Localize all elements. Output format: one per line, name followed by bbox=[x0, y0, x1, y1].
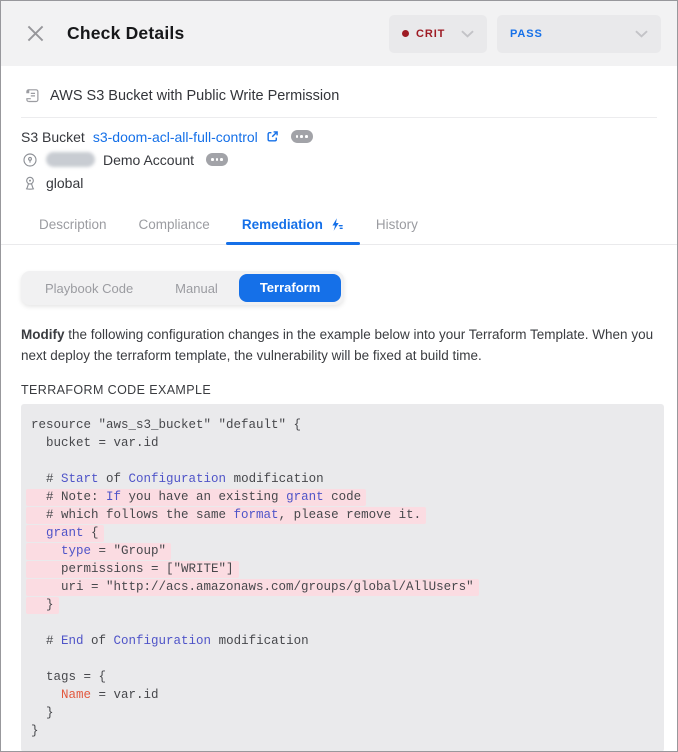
status-dropdown[interactable]: PASS bbox=[497, 14, 661, 53]
account-row: Demo Account bbox=[21, 148, 657, 171]
highlighted-code: uri = "http://acs.amazonaws.com/groups/g… bbox=[26, 579, 479, 596]
more-icon[interactable] bbox=[290, 130, 313, 143]
region-name: global bbox=[46, 174, 84, 191]
remediation-instruction: Modify the following configuration chang… bbox=[21, 324, 657, 366]
bucket-row: S3 Bucket s3-doom-acl-all-full-control bbox=[21, 125, 657, 148]
tab-label: Description bbox=[39, 217, 107, 232]
terraform-code[interactable]: resource "aws_s3_bucket" "default" { buc… bbox=[21, 404, 664, 751]
account-name: Demo Account bbox=[103, 151, 195, 168]
page-title: Check Details bbox=[67, 23, 185, 43]
code-line: grant { bbox=[26, 524, 656, 542]
code-line: type = "Group" bbox=[26, 542, 656, 560]
rule-scroll-icon bbox=[23, 87, 40, 104]
code-line: bucket = var.id bbox=[31, 436, 159, 450]
highlighted-code: # Note: If you have an existing grant co… bbox=[26, 489, 367, 506]
subtab-terraform[interactable]: Terraform bbox=[238, 274, 342, 302]
more-icon[interactable] bbox=[206, 153, 229, 166]
region-row: global bbox=[21, 171, 657, 194]
account-location-icon bbox=[21, 151, 38, 168]
code-line: } bbox=[26, 596, 656, 614]
severity-dot-icon bbox=[402, 30, 409, 37]
code-line: # End of Configuration modification bbox=[31, 634, 309, 648]
header-actions: CRIT PASS bbox=[389, 14, 661, 53]
severity-value: CRIT bbox=[416, 27, 446, 40]
status-value: PASS bbox=[510, 27, 543, 40]
check-title-row: AWS S3 Bucket with Public Write Permissi… bbox=[23, 87, 657, 104]
check-details-panel: Check Details CRIT PASS AWS S3 Bucket wi… bbox=[0, 0, 678, 752]
highlighted-code: # which follows the same format, please … bbox=[26, 507, 427, 524]
redacted-account-id bbox=[46, 152, 95, 167]
tab-label: Remediation bbox=[241, 217, 323, 232]
bucket-link[interactable]: s3-doom-acl-all-full-control bbox=[93, 129, 258, 145]
tab-remediation[interactable]: Remediation bbox=[225, 207, 360, 245]
resource-info: S3 Bucket s3-doom-acl-all-full-control D… bbox=[1, 118, 677, 194]
subtab-playbook-code[interactable]: Playbook Code bbox=[24, 281, 154, 296]
code-line: Name = var.id bbox=[61, 688, 159, 702]
highlighted-code: } bbox=[26, 597, 59, 614]
code-line: # Note: If you have an existing grant co… bbox=[26, 488, 656, 506]
remediation-type-switch: Playbook Code Manual Terraform bbox=[21, 271, 345, 305]
instruction-text: the following configuration changes in t… bbox=[21, 327, 654, 363]
severity-dropdown[interactable]: CRIT bbox=[389, 14, 487, 53]
code-line: } bbox=[31, 724, 39, 738]
tab-compliance[interactable]: Compliance bbox=[123, 207, 226, 244]
code-line: } bbox=[31, 706, 54, 720]
code-line: # Start of Configuration modification bbox=[31, 472, 324, 486]
code-line: resource "aws_s3_bucket" "default" { bbox=[31, 418, 302, 432]
panel-header: Check Details CRIT PASS bbox=[1, 1, 677, 66]
tab-label: History bbox=[375, 217, 418, 232]
check-title: AWS S3 Bucket with Public Write Permissi… bbox=[50, 87, 340, 104]
highlighted-code: type = "Group" bbox=[26, 543, 172, 560]
code-line: permissions = ["WRITE"] bbox=[26, 560, 656, 578]
detail-tabs: Description Compliance Remediation Histo… bbox=[1, 207, 677, 245]
code-line: # which follows the same format, please … bbox=[26, 506, 656, 524]
code-line: uri = "http://acs.amazonaws.com/groups/g… bbox=[26, 578, 656, 596]
highlighted-code: grant { bbox=[26, 525, 104, 542]
highlighted-code: permissions = ["WRITE"] bbox=[26, 561, 239, 578]
tab-label: Compliance bbox=[138, 217, 210, 232]
chevron-down-icon bbox=[635, 30, 648, 38]
tab-description[interactable]: Description bbox=[23, 207, 123, 244]
subtab-manual[interactable]: Manual bbox=[154, 281, 239, 296]
tab-history[interactable]: History bbox=[360, 207, 434, 244]
close-icon[interactable] bbox=[25, 24, 45, 44]
bucket-label: S3 Bucket bbox=[21, 128, 85, 145]
instruction-emphasis: Modify bbox=[21, 327, 65, 342]
code-example-label: TERRAFORM CODE EXAMPLE bbox=[21, 383, 212, 397]
external-link-icon[interactable] bbox=[266, 130, 279, 143]
auto-remediation-bolt-icon bbox=[329, 217, 344, 232]
chevron-down-icon bbox=[461, 30, 474, 38]
region-pin-icon bbox=[21, 174, 38, 191]
code-line: tags = { bbox=[31, 670, 107, 684]
